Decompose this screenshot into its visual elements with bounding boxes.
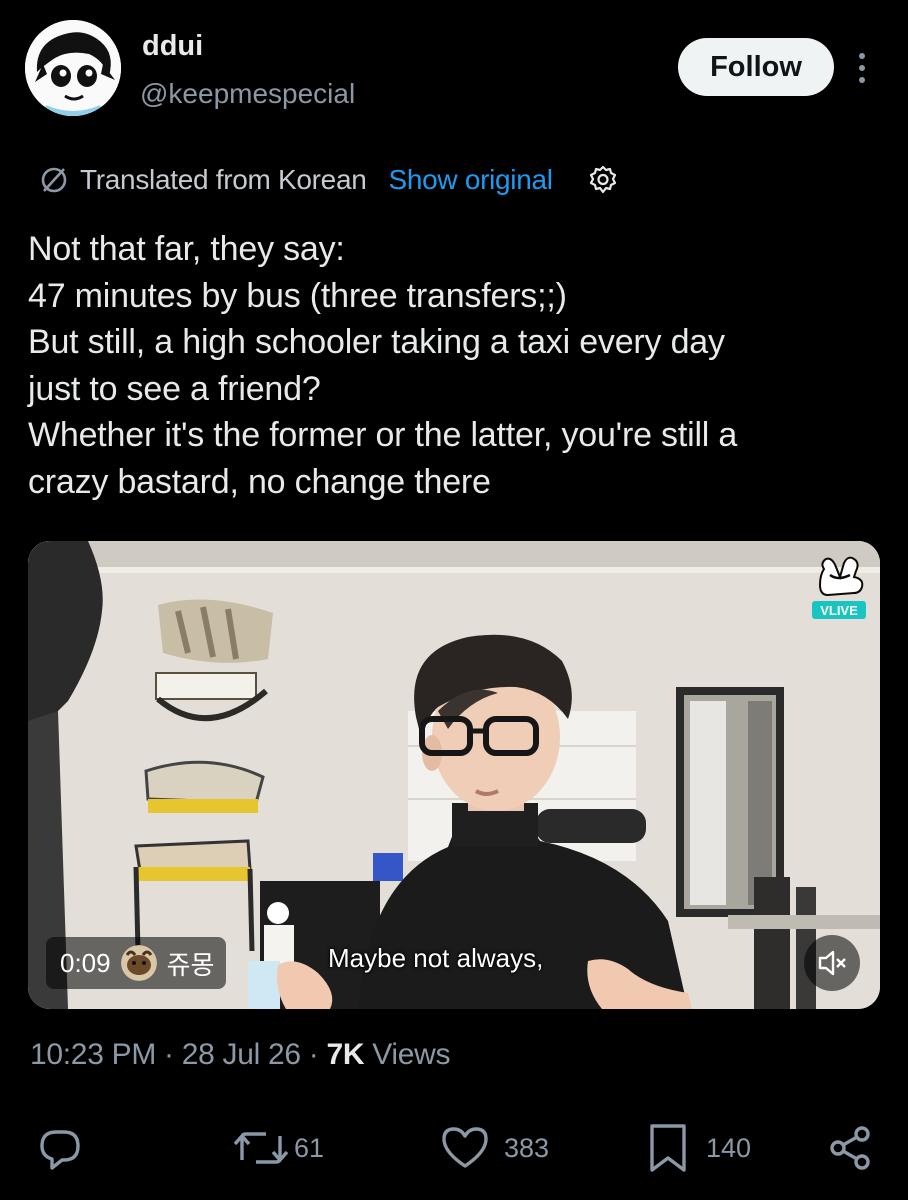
translate-icon: [41, 167, 67, 193]
retweet-icon: [233, 1132, 289, 1164]
views-label: Views: [372, 1038, 451, 1071]
tweet-header: ddui @keepmespecial Follow: [0, 0, 908, 130]
tweet-text-line: Not that far, they say:: [28, 230, 345, 268]
avatar-illustration: [25, 20, 121, 116]
follow-button[interactable]: Follow: [678, 38, 834, 96]
video-caption: Maybe not always,: [328, 943, 544, 973]
share-icon: [830, 1126, 870, 1170]
like-button[interactable]: 383: [440, 1118, 549, 1178]
translated-from-label: Translated from Korean: [80, 164, 367, 195]
gear-icon[interactable]: [587, 164, 619, 196]
channel-name: 쥬몽: [166, 949, 215, 980]
vlive-watermark-text: VLIVE: [820, 603, 858, 618]
retweet-button[interactable]: 61: [232, 1118, 324, 1178]
tweet-text: Not that far, they say: 47 minutes by bu…: [28, 226, 888, 505]
translation-bar: Translated from Korean Show original: [38, 160, 619, 200]
author-display-name[interactable]: ddui: [142, 30, 203, 63]
video-info-badge: 0:09 쥬몽: [46, 937, 227, 989]
mute-button[interactable]: [804, 935, 860, 991]
share-button[interactable]: [828, 1118, 876, 1178]
channel-avatar: [120, 945, 157, 981]
reply-button[interactable]: [36, 1118, 84, 1178]
tweet-time[interactable]: 10:23 PM: [30, 1038, 156, 1072]
vlive-logo: VLIVE: [812, 556, 866, 619]
author-avatar[interactable]: [25, 20, 121, 116]
tweet-text-line: But still, a high schooler taking a taxi…: [28, 323, 725, 361]
bookmark-icon: [650, 1124, 686, 1172]
retweet-count: 61: [294, 1132, 325, 1163]
tweet-text-line: 47 minutes by bus (three transfers;;): [28, 276, 567, 315]
views-count: 7K: [326, 1038, 365, 1071]
author-handle[interactable]: @keepmespecial: [140, 78, 355, 110]
separator-dot: ·: [308, 1038, 319, 1071]
bookmark-count: 140: [706, 1132, 752, 1163]
like-count: 383: [504, 1132, 550, 1163]
video-player[interactable]: VLIVE 0:09 쥬몽 Maybe not always,: [28, 541, 880, 1009]
separator-dot: ·: [164, 1038, 174, 1071]
reply-icon: [40, 1130, 80, 1170]
tweet-date[interactable]: 28 Jul 26: [182, 1038, 301, 1072]
tweet-text-line: Whether it's the former or the latter, y…: [28, 416, 738, 454]
tweet-metadata: 10:23 PM · 28 Jul 26 · 7K Views: [30, 1038, 451, 1072]
video-timestamp: 0:09: [60, 947, 111, 978]
volume-muted-icon: [818, 950, 846, 976]
heart-icon: [442, 1127, 488, 1168]
show-original-link[interactable]: Show original: [389, 164, 554, 196]
tweet-text-line: crazy bastard, no change there: [28, 462, 491, 501]
action-bar: 61 383 140: [0, 1118, 908, 1178]
tweet-text-line: just to see a friend?: [28, 369, 321, 408]
bookmark-button[interactable]: 140: [646, 1118, 751, 1178]
more-options-icon[interactable]: [852, 48, 872, 88]
